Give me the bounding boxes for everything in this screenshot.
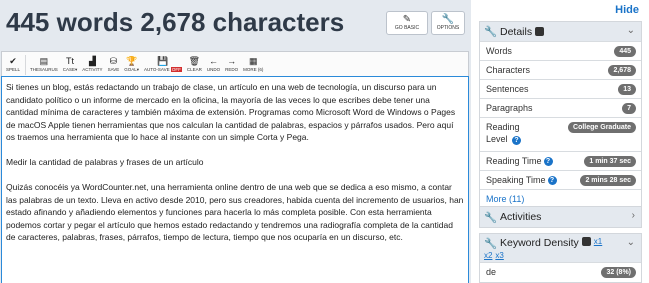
more-button[interactable]: ▦ MORE (6) <box>241 54 265 76</box>
density-x1-link[interactable]: x1 <box>594 237 602 246</box>
case-button[interactable]: Tt CASE▾ <box>61 54 80 76</box>
editor-area: ✔ SPELL ▤ THESAURUS Tt CASE▾ ▟ ACTIVITY ⛁ SAV… <box>0 46 471 283</box>
paragraph: Quizás conocéis ya WordCounter.net, una … <box>6 182 464 242</box>
toolbar: ✔ SPELL ▤ THESAURUS Tt CASE▾ ▟ ACTIVITY ⛁ SAV… <box>1 51 469 77</box>
save-button[interactable]: ⛁ SAVE <box>106 54 122 76</box>
activity-button[interactable]: ▟ ACTIVITY <box>80 54 104 76</box>
detail-row-words: Words 445 <box>480 41 641 60</box>
undo-button[interactable]: ← UNDO <box>205 54 222 76</box>
check-icon: ✔ <box>9 56 17 66</box>
help-icon[interactable]: ? <box>547 175 557 185</box>
detail-row-reading-level: Reading Level ? College Graduate <box>480 117 641 151</box>
chevron-down-icon[interactable]: ⌄ <box>627 237 635 248</box>
text-case-icon: Tt <box>66 56 75 66</box>
paragraph: Si tienes un blog, estás redactando un t… <box>6 82 456 142</box>
main-panel: 445 words 2,678 characters ✎ GO BASIC 🔧 … <box>0 0 471 283</box>
detail-row-characters: Characters 2,678 <box>480 60 641 79</box>
go-basic-button[interactable]: ✎ GO BASIC <box>386 11 428 35</box>
options-button[interactable]: 🔧 OPTIONS <box>431 11 465 35</box>
keyword-row: de 32 (8%) <box>480 262 641 281</box>
arrow-right-icon: → <box>227 56 237 66</box>
document-icon: ⛁ <box>109 56 118 66</box>
redo-button[interactable]: → REDO <box>223 54 240 76</box>
details-header[interactable]: 🔧 Details ⌄ <box>480 22 641 41</box>
chevron-down-icon[interactable]: ⌄ <box>627 25 635 36</box>
density-x2-link[interactable]: x2 <box>484 251 492 260</box>
spell-button[interactable]: ✔ SPELL <box>4 54 22 76</box>
bar-chart-icon: ▟ <box>88 56 96 66</box>
more-details-link[interactable]: More (11) <box>480 189 641 207</box>
details-panel: 🔧 Details ⌄ Words 445 Characters 2,678 Sen… <box>479 21 642 208</box>
help-icon[interactable]: ? <box>543 156 553 166</box>
book-icon: ▤ <box>39 56 49 66</box>
hide-link[interactable]: Hide <box>615 4 639 16</box>
page-title: 445 words 2,678 characters <box>6 7 345 37</box>
clear-button[interactable]: 🗑 CLEAR <box>185 54 204 76</box>
density-x3-link[interactable]: x3 <box>495 251 503 260</box>
detail-row-speaking-time: Speaking Time? 2 mins 28 sec <box>480 170 641 189</box>
keyword-density-header[interactable]: 🔧 Keyword Density x1 ⌄ x2 x3 <box>480 234 641 262</box>
chevron-right-icon[interactable]: › <box>632 210 635 221</box>
wrench-icon: 🔧 <box>484 211 500 224</box>
autosave-off-badge: OFF <box>170 67 182 72</box>
activities-header[interactable]: 🔧 Activities › <box>480 207 641 227</box>
detail-row-reading-time: Reading Time? 1 min 37 sec <box>480 151 641 170</box>
floppy-icon: 💾 <box>157 56 169 66</box>
text-editor[interactable]: Si tienes un blog, estás redactando un t… <box>1 76 469 283</box>
paragraph: Medir la cantidad de palabras y frases d… <box>6 157 204 167</box>
share-icon[interactable] <box>581 237 591 246</box>
thesaurus-button[interactable]: ▤ THESAURUS <box>28 54 60 76</box>
grid-icon: ▦ <box>249 56 258 66</box>
share-icon[interactable] <box>535 27 545 36</box>
wrench-icon: 🔧 <box>441 13 455 25</box>
arrow-left-icon: ← <box>209 56 218 66</box>
autosave-button[interactable]: 💾 AUTO-SAVE OFF <box>142 54 184 76</box>
sidebar: Hide 🔧 Details ⌄ Words 445 Characters 2,67… <box>476 0 649 283</box>
trash-icon: 🗑 <box>188 56 201 66</box>
detail-row-sentences: Sentences 13 <box>480 79 641 98</box>
help-icon[interactable]: ? <box>512 136 522 145</box>
header: 445 words 2,678 characters ✎ GO BASIC 🔧 … <box>0 0 471 46</box>
wrench-icon: 🔧 <box>484 26 500 38</box>
detail-row-paragraphs: Paragraphs 7 <box>480 98 641 117</box>
edit-icon: ✎ <box>402 13 412 25</box>
top-buttons: ✎ GO BASIC 🔧 OPTIONS <box>386 11 465 35</box>
activities-panel: 🔧 Activities › <box>479 206 642 228</box>
goal-button[interactable]: 🏆 GOAL▾ <box>122 54 141 76</box>
trophy-icon: 🏆 <box>126 56 138 66</box>
divider <box>25 54 27 75</box>
keyword-density-panel: 🔧 Keyword Density x1 ⌄ x2 x3 de 32 (8%) <box>479 233 642 283</box>
